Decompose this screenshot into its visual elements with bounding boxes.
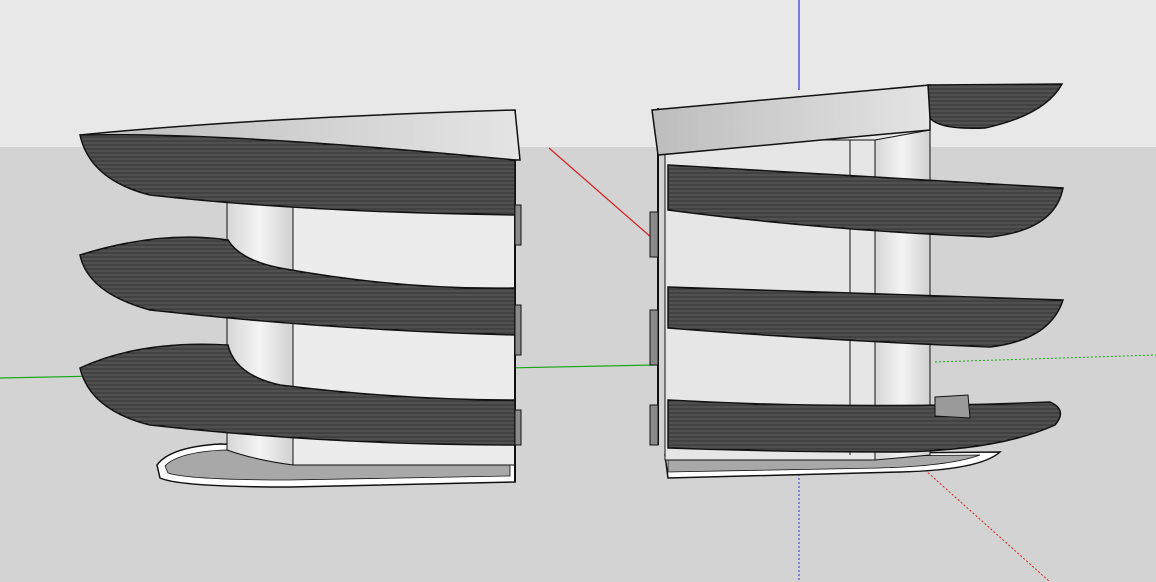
scene-canvas[interactable]: [0, 0, 1156, 582]
green-axis-dotted: [934, 354, 1156, 363]
sketchup-3d-viewport[interactable]: [0, 0, 1156, 582]
left-spiral-model[interactable]: [79, 109, 522, 488]
red-axis-dotted: [924, 469, 1051, 582]
right-shelf-3: [667, 399, 1062, 453]
right-shelf-3-lip: [934, 394, 971, 419]
right-spiral-model[interactable]: [649, 83, 1065, 479]
right-top-bowl: [927, 83, 1064, 130]
red-axis-line: [548, 147, 653, 239]
